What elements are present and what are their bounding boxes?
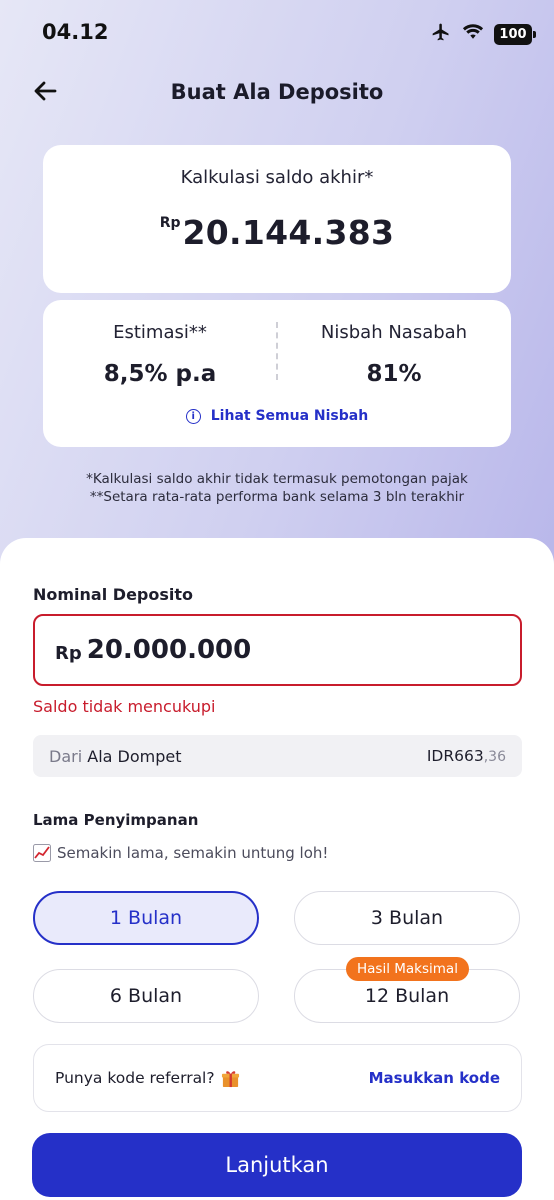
source-label: Dari Ala Dompet bbox=[49, 747, 182, 766]
battery-icon: 100 bbox=[494, 23, 536, 45]
rates-card: Estimasi** 8,5% p.a Nisbah Nasabah 81% i… bbox=[43, 300, 511, 447]
status-bar: 04.12 100 bbox=[0, 0, 554, 66]
duration-1-bulan[interactable]: 1 Bulan bbox=[33, 891, 259, 945]
nisbah-label: Nisbah Nasabah bbox=[320, 322, 468, 343]
duration-6-bulan[interactable]: 6 Bulan bbox=[33, 969, 259, 1023]
error-message: Saldo tidak mencukupi bbox=[33, 697, 216, 716]
lama-label: Lama Penyimpanan bbox=[33, 811, 199, 829]
wifi-icon bbox=[462, 23, 484, 45]
lanjutkan-button[interactable]: Lanjutkan bbox=[32, 1133, 522, 1197]
lama-hint-text: Semakin lama, semakin untung loh! bbox=[57, 844, 329, 862]
chart-increasing-icon bbox=[33, 844, 51, 862]
source-balance: IDR663,36 bbox=[427, 747, 506, 765]
estimasi-value: 8,5% p.a bbox=[103, 361, 217, 387]
nominal-currency: Rp bbox=[55, 642, 82, 664]
saldo-label: Kalkulasi saldo akhir* bbox=[180, 167, 374, 188]
page-title: Buat Ala Deposito bbox=[170, 80, 384, 104]
duration-3-bulan[interactable]: 3 Bulan bbox=[294, 891, 520, 945]
hasil-maksimal-badge: Hasil Maksimal bbox=[346, 957, 469, 981]
lihat-nisbah-label: Lihat Semua Nisbah bbox=[210, 408, 369, 424]
saldo-currency: Rp bbox=[159, 215, 181, 231]
referral-box: Punya kode referral? Masukkan kode bbox=[33, 1044, 522, 1112]
nominal-input[interactable]: Rp 20.000.000 bbox=[33, 614, 522, 686]
nisbah-value: 81% bbox=[366, 361, 422, 387]
footnote-1: *Kalkulasi saldo akhir tidak termasuk pe… bbox=[86, 471, 468, 487]
gift-icon bbox=[221, 1069, 240, 1088]
lama-hint: Semakin lama, semakin untung loh! bbox=[33, 844, 328, 862]
referral-text: Punya kode referral? bbox=[55, 1069, 215, 1087]
footnotes: *Kalkulasi saldo akhir tidak termasuk pe… bbox=[0, 470, 554, 506]
referral-prompt: Punya kode referral? bbox=[55, 1069, 240, 1088]
status-time: 04.12 bbox=[42, 20, 109, 44]
status-icons: 100 bbox=[430, 22, 536, 46]
info-icon: i bbox=[185, 408, 201, 424]
footnote-2: **Setara rata-rata performa bank selama … bbox=[89, 489, 465, 505]
source-wallet: Ala Dompet bbox=[87, 746, 182, 766]
source-cents: ,36 bbox=[483, 749, 506, 765]
header: Buat Ala Deposito bbox=[0, 66, 554, 122]
airplane-icon bbox=[430, 22, 452, 46]
saldo-amount: Rp 20.144.383 bbox=[43, 213, 511, 252]
nominal-value: 20.000.000 bbox=[86, 635, 252, 665]
nisbah-column: Nisbah Nasabah 81% bbox=[277, 322, 511, 387]
masukkan-kode-link[interactable]: Masukkan kode bbox=[369, 1069, 500, 1087]
source-amount: IDR663 bbox=[426, 747, 484, 765]
lihat-nisbah-link[interactable]: i Lihat Semua Nisbah bbox=[43, 408, 511, 424]
saldo-card: Kalkulasi saldo akhir* Rp 20.144.383 bbox=[43, 145, 511, 293]
source-prefix: Dari bbox=[49, 746, 83, 766]
saldo-value: 20.144.383 bbox=[182, 213, 395, 252]
form-sheet: Nominal Deposito Rp 20.000.000 Saldo tid… bbox=[0, 538, 554, 1200]
nominal-label: Nominal Deposito bbox=[33, 585, 194, 604]
source-account: Dari Ala Dompet IDR663,36 bbox=[33, 735, 522, 777]
estimasi-column: Estimasi** 8,5% p.a bbox=[43, 322, 277, 387]
estimasi-label: Estimasi** bbox=[113, 322, 207, 343]
